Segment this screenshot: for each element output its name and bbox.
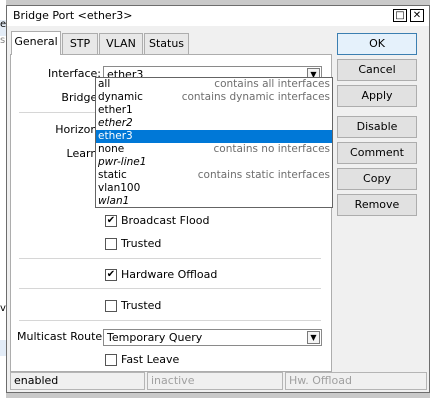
tab-stp[interactable]: STP [62, 33, 98, 54]
separator [19, 288, 321, 289]
status-enabled: enabled [10, 372, 145, 390]
option-name: pwr-line1 [98, 156, 147, 168]
option-description: contains no interfaces [213, 143, 331, 155]
fast-leave-label: Fast Leave [121, 353, 180, 366]
tab-general[interactable]: General [11, 31, 61, 55]
trusted-label: Trusted [121, 299, 162, 312]
status-active: inactive [147, 372, 283, 390]
dropdown-option-ether3[interactable]: ether3 [96, 130, 332, 143]
dropdown-option-ether2[interactable]: ether2 [96, 117, 332, 130]
trusted-label: Trusted [121, 237, 162, 250]
dropdown-option-ether1[interactable]: ether1 [96, 104, 332, 117]
status-hw-offload: Hw. Offload [285, 372, 427, 390]
option-name: ether3 [98, 130, 133, 142]
trusted-checkbox[interactable] [105, 300, 117, 312]
separator [19, 320, 321, 321]
comment-button[interactable]: Comment [337, 142, 417, 164]
close-icon[interactable]: ✕ [410, 9, 424, 22]
option-name: dynamic [98, 91, 143, 103]
dropdown-option-all[interactable]: all contains all interfaces [96, 78, 332, 91]
cancel-button[interactable]: Cancel [337, 59, 417, 81]
copy-button[interactable]: Copy [337, 168, 417, 190]
tab-status[interactable]: Status [144, 33, 189, 54]
title-bar[interactable]: Bridge Port <ether3> □ ✕ [7, 6, 429, 26]
dropdown-arrow-icon[interactable]: ▼ [307, 331, 320, 344]
multicast-router-label: Multicast Router: [17, 330, 111, 343]
hardware-offload-label: Hardware Offload [121, 268, 218, 281]
option-name: all [98, 78, 111, 90]
option-name: wlan1 [98, 195, 130, 207]
interface-dropdown-list: all contains all interfaces dynamic contain… [95, 77, 333, 208]
multicast-router-select[interactable]: Temporary Query ▼ [103, 329, 322, 346]
dropdown-option-none[interactable]: none contains no interfaces [96, 143, 332, 156]
ok-button[interactable]: OK [337, 33, 417, 55]
option-name: ether2 [98, 117, 133, 129]
hardware-offload-checkbox[interactable]: ✔ [105, 269, 117, 281]
tab-vlan[interactable]: VLAN [99, 33, 143, 54]
separator [19, 258, 321, 259]
window-title: Bridge Port <ether3> [13, 9, 133, 22]
apply-button[interactable]: Apply [337, 85, 417, 107]
option-description: contains all interfaces [214, 78, 330, 90]
broadcast-flood-checkbox[interactable]: ✔ [105, 215, 117, 227]
dropdown-option-dynamic[interactable]: dynamic contains dynamic interfaces [96, 91, 332, 104]
disable-button[interactable]: Disable [337, 116, 417, 138]
dropdown-option-wlan1[interactable]: wlan1 [96, 195, 332, 208]
trusted-checkbox[interactable] [105, 238, 117, 250]
option-description: contains static interfaces [197, 169, 330, 181]
background-right [430, 0, 434, 398]
option-name: vlan100 [98, 182, 141, 194]
interface-label: Interface: [48, 67, 101, 80]
option-name: static [98, 169, 127, 181]
option-name: none [98, 143, 125, 155]
dropdown-option-static[interactable]: static contains static interfaces [96, 169, 332, 182]
fast-leave-checkbox[interactable] [105, 354, 117, 366]
dropdown-option-vlan100[interactable]: vlan100 [96, 182, 332, 195]
maximize-icon[interactable]: □ [393, 9, 407, 22]
multicast-router-value: Temporary Query [107, 331, 203, 344]
remove-button[interactable]: Remove [337, 194, 417, 216]
broadcast-flood-label: Broadcast Flood [121, 214, 210, 227]
option-name: ether1 [98, 104, 133, 116]
dropdown-option-pwr-line1[interactable]: pwr-line1 [96, 156, 332, 169]
option-description: contains dynamic interfaces [181, 91, 330, 103]
